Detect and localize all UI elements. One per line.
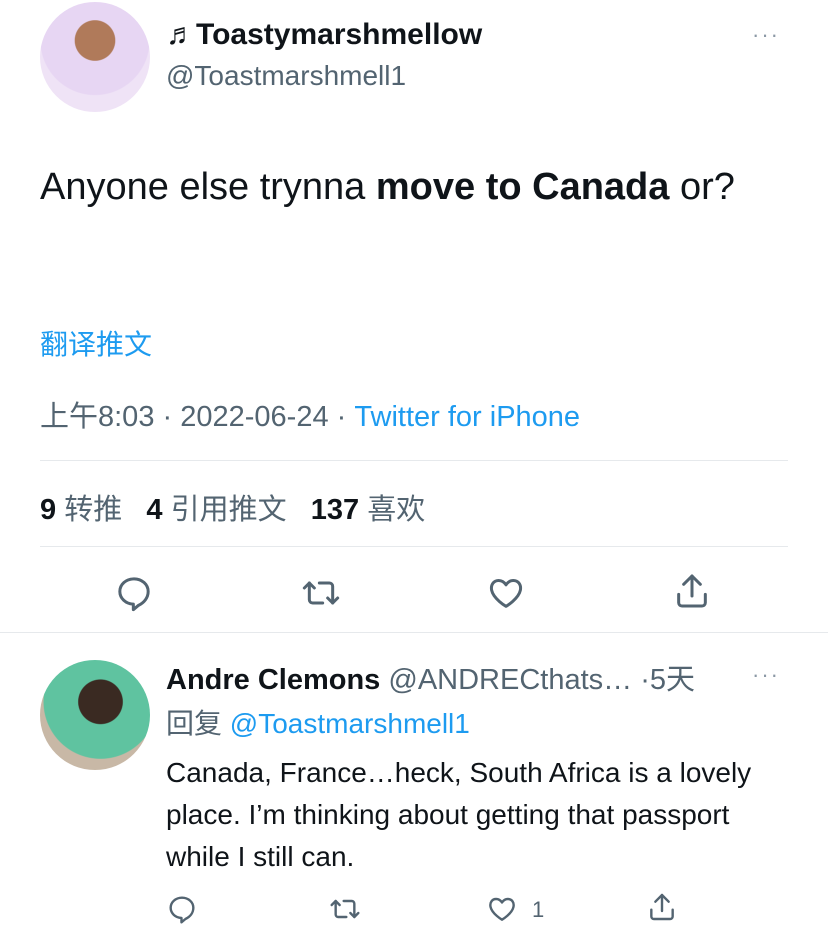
replying-to: 回复 @Toastmarshmell1 (166, 702, 470, 742)
reply-icon[interactable] (114, 573, 154, 613)
quotes-count: 4 (146, 494, 163, 526)
translate-tweet-link[interactable]: 翻译推文 (40, 323, 152, 363)
divider (0, 632, 828, 633)
tweet-source[interactable]: Twitter for iPhone (354, 401, 580, 433)
replying-prefix: 回复 (166, 708, 223, 739)
tweet-text-part-end: or? (669, 166, 735, 208)
reply-share-icon[interactable] (646, 890, 678, 924)
retweet-icon[interactable] (300, 573, 342, 613)
tweet-text-bold: move to Canada (375, 166, 670, 208)
more-options-icon[interactable]: ··· (752, 22, 780, 48)
tweet-date[interactable]: 2022-06-24 (180, 401, 328, 433)
heart-icon[interactable] (486, 573, 526, 613)
tweet-time[interactable]: 上午8:03 (40, 401, 154, 433)
reply-author-handle[interactable]: @ANDRECthats… (388, 664, 632, 696)
quotes-stat[interactable]: 4 引用推文 (146, 494, 286, 526)
divider (40, 546, 788, 547)
reply-retweet-icon[interactable] (328, 893, 362, 925)
reply-heart-icon[interactable] (486, 893, 518, 925)
reply-reply-icon[interactable] (166, 893, 198, 925)
reply-text: Canada, France…heck, South Africa is a l… (166, 757, 752, 872)
retweets-count: 9 (40, 494, 57, 526)
likes-stat[interactable]: 137 喜欢 (311, 494, 425, 526)
likes-count: 137 (310, 494, 360, 526)
quotes-label: 引用推文 (170, 494, 287, 526)
reply-age[interactable]: 5天 (650, 664, 695, 696)
reply-author-avatar[interactable] (40, 660, 150, 770)
reply-author-name[interactable]: Andre Clemons (166, 664, 380, 696)
author-avatar[interactable] (40, 2, 150, 112)
retweets-label: 转推 (64, 494, 123, 526)
reply-like-count: 1 (532, 897, 545, 922)
likes-label: 喜欢 (367, 494, 426, 526)
tweet-text-part: Anyone else trynna (40, 166, 376, 208)
reply-more-options-icon[interactable]: ··· (752, 662, 780, 688)
meta-separator: · (336, 401, 347, 433)
tweet-stats: 9 转推 4 引用推文 137 喜欢 (40, 486, 425, 528)
replying-to-handle[interactable]: @Toastmarshmell1 (230, 708, 470, 739)
meta-separator: · (162, 401, 173, 433)
author-handle[interactable]: @Toastmarshmell1 (166, 60, 406, 92)
reply-header: Andre Clemons @ANDRECthats… ·5天 (166, 656, 695, 698)
author-display-name[interactable]: ♬Toastymarshmellow (166, 18, 482, 52)
retweets-stat[interactable]: 9 转推 (40, 494, 122, 526)
reply-separator: · (640, 664, 650, 696)
tweet-text: Anyone else trynna move to Canada or? (40, 160, 800, 215)
divider (40, 460, 788, 461)
share-icon[interactable] (672, 570, 712, 612)
tweet-meta: 上午8:03 · 2022-06-24 · Twitter for iPhone (40, 393, 580, 435)
